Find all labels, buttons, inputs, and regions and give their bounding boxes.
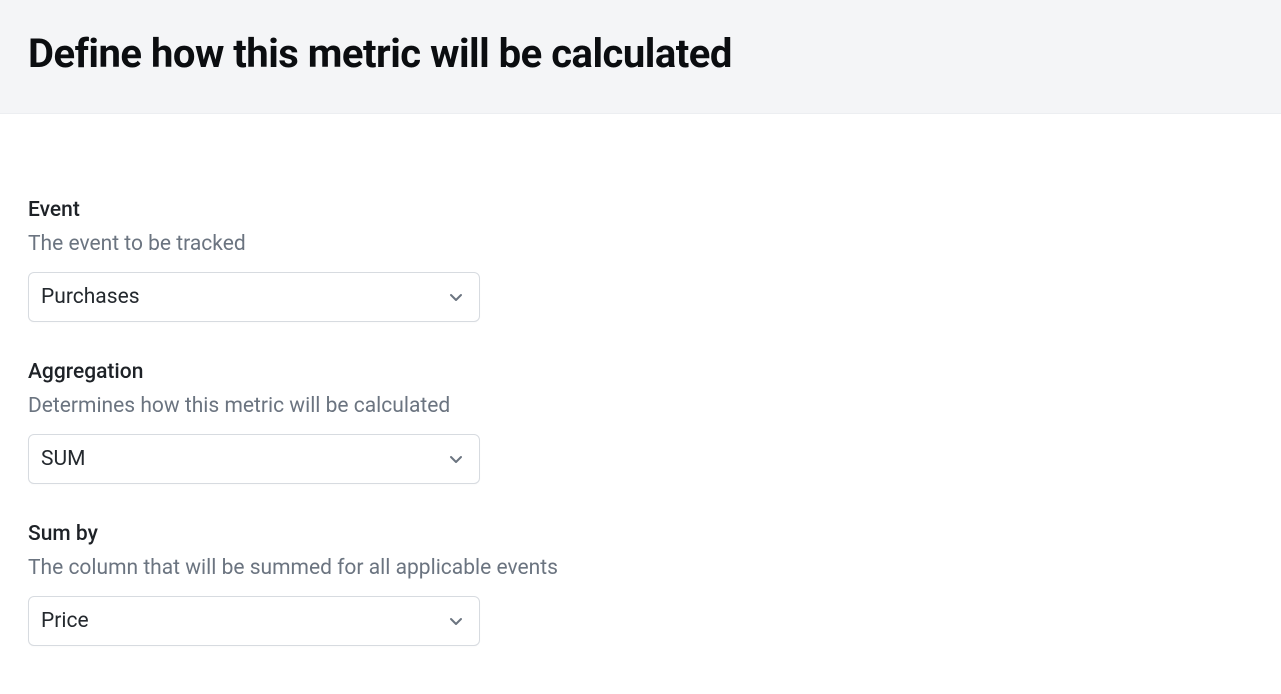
field-group-aggregation: Aggregation Determines how this metric w… [28, 360, 1253, 484]
field-group-event: Event The event to be tracked Purchases [28, 198, 1253, 322]
event-description: The event to be tracked [28, 232, 1253, 256]
sumby-description: The column that will be summed for all a… [28, 556, 1253, 580]
aggregation-label: Aggregation [28, 360, 1253, 384]
chevron-down-icon [447, 612, 465, 630]
sumby-label: Sum by [28, 522, 1253, 546]
field-group-sumby: Sum by The column that will be summed fo… [28, 522, 1253, 646]
sumby-dropdown-value: Price [41, 609, 89, 633]
event-dropdown[interactable]: Purchases [28, 272, 480, 322]
chevron-down-icon [447, 288, 465, 306]
page-header: Define how this metric will be calculate… [0, 0, 1281, 114]
event-dropdown-value: Purchases [41, 285, 140, 309]
form-content: Event The event to be tracked Purchases … [0, 114, 1281, 646]
event-label: Event [28, 198, 1253, 222]
aggregation-dropdown[interactable]: SUM [28, 434, 480, 484]
aggregation-dropdown-value: SUM [41, 447, 85, 471]
page-title: Define how this metric will be calculate… [28, 30, 1253, 77]
sumby-dropdown[interactable]: Price [28, 596, 480, 646]
chevron-down-icon [447, 450, 465, 468]
aggregation-description: Determines how this metric will be calcu… [28, 394, 1253, 418]
